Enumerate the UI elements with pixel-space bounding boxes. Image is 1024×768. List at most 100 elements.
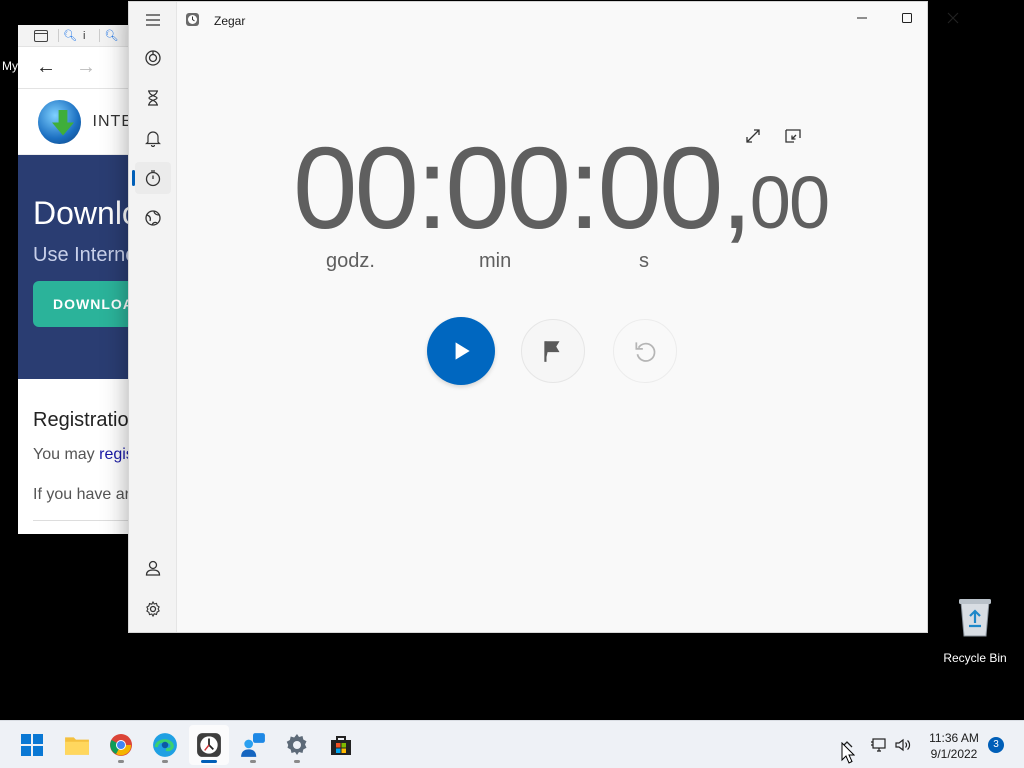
- minimize-button[interactable]: [839, 2, 885, 34]
- play-icon: [455, 342, 470, 360]
- chrome-icon: [110, 734, 132, 756]
- hero-banner: Downlo Use Interne DOWNLOA: [18, 155, 133, 379]
- desktop-partial-label: My: [2, 59, 18, 73]
- running-indicator: [250, 760, 256, 763]
- start-button[interactable]: [12, 725, 52, 765]
- minutes-label: min: [479, 250, 512, 272]
- browser-tab-bar: 🔍︎ i 🔍︎: [18, 25, 133, 47]
- taskbar-clock[interactable]: [189, 725, 229, 765]
- minutes-value: 00: [445, 123, 571, 253]
- taskbar-edge[interactable]: [145, 725, 185, 765]
- taskbar-settings[interactable]: [277, 725, 317, 765]
- edge-icon: [153, 733, 177, 757]
- store-icon: [331, 736, 351, 755]
- reset-icon: [635, 342, 656, 362]
- reset-button[interactable]: [613, 319, 677, 383]
- registration-section: Registratio You may regis If you have ar: [18, 379, 133, 521]
- people-chat-icon: [241, 733, 265, 757]
- window-title: Zegar: [214, 14, 246, 28]
- mouse-cursor-icon: [841, 742, 855, 764]
- browser-tab-title: i: [82, 29, 86, 42]
- active-indicator: [132, 170, 135, 186]
- start-button[interactable]: [427, 317, 495, 385]
- site-brand[interactable]: INTE: [93, 113, 133, 131]
- minimize-icon: [857, 17, 867, 19]
- nav-world-clock[interactable]: [135, 202, 171, 234]
- site-header: INTE: [18, 89, 133, 155]
- hamburger-icon: [146, 14, 160, 26]
- nav-settings[interactable]: [135, 593, 171, 625]
- taskbar-time: 11:36 AM: [929, 731, 979, 745]
- hero-subtitle: Use Interne: [33, 244, 133, 266]
- tab-actions-icon[interactable]: [34, 29, 48, 42]
- taskbar-file-explorer[interactable]: [57, 725, 97, 765]
- taskbar-chrome[interactable]: [101, 725, 141, 765]
- recycle-bin-label: Recycle Bin: [943, 651, 1007, 665]
- active-indicator: [201, 760, 217, 763]
- taskbar-date: 9/1/2022: [930, 747, 978, 761]
- stopwatch-display: 00:00:00,00: [293, 130, 830, 246]
- seconds-value: 00: [597, 123, 724, 253]
- clock-app-window: Zegar 00:00:00,00 godz. min s: [128, 1, 959, 633]
- title-bar[interactable]: Zegar: [177, 2, 959, 36]
- nav-rail: [129, 2, 177, 632]
- gear-icon: [286, 734, 307, 755]
- hamburger-menu-button[interactable]: [135, 4, 171, 36]
- browser-tab-2[interactable]: 🔍︎: [99, 29, 122, 42]
- taskbar: 11:36 AM 9/1/2022 3: [0, 720, 1024, 768]
- maximize-button[interactable]: [884, 2, 930, 34]
- registration-text-2: If you have ar: [33, 486, 130, 503]
- browser-tab[interactable]: 🔍︎ i: [58, 29, 89, 42]
- background-browser-window[interactable]: 🔍︎ i 🔍︎ ← → INTE Downlo Use Interne DOWN…: [18, 25, 133, 534]
- decimal-separator: ,: [720, 123, 753, 253]
- running-indicator: [162, 760, 168, 763]
- nav-timer[interactable]: [135, 82, 171, 114]
- running-indicator: [294, 760, 300, 763]
- nav-stopwatch[interactable]: [132, 162, 171, 194]
- person-icon: [145, 560, 161, 576]
- taskbar-clock-date[interactable]: 11:36 AM 9/1/2022: [924, 730, 984, 762]
- gear-icon: [146, 600, 160, 618]
- download-button[interactable]: DOWNLOA: [33, 281, 133, 327]
- clock-app-icon: [186, 13, 199, 26]
- idm-logo-icon[interactable]: [38, 99, 81, 144]
- search-icon: 🔍︎: [63, 30, 77, 42]
- browser-nav-bar: ← →: [18, 47, 133, 89]
- hourglass-icon: [148, 90, 158, 106]
- network-icon: [871, 738, 886, 752]
- nav-focus-sessions[interactable]: [135, 42, 171, 74]
- speaker-icon: [895, 738, 911, 752]
- recycle-bin[interactable]: Recycle Bin: [942, 596, 1008, 665]
- lap-button[interactable]: [521, 319, 585, 383]
- hundredths-value: 00: [749, 161, 830, 244]
- close-button[interactable]: [930, 2, 976, 34]
- notification-badge[interactable]: 3: [988, 737, 1004, 753]
- registration-heading: Registratio: [33, 409, 129, 431]
- back-arrow-icon[interactable]: ←: [36, 56, 56, 79]
- seconds-label: s: [639, 250, 649, 272]
- nav-account[interactable]: [135, 552, 171, 584]
- volume-button[interactable]: [894, 721, 912, 768]
- running-indicator: [118, 760, 124, 763]
- hero-title: Downlo: [33, 195, 133, 231]
- globe-icon: [145, 210, 161, 226]
- taskbar-store[interactable]: [321, 725, 361, 765]
- clock-icon: [197, 733, 221, 757]
- divider: [33, 520, 133, 521]
- forward-arrow-icon[interactable]: →: [76, 56, 96, 79]
- bell-icon: [145, 131, 161, 147]
- flag-icon: [544, 341, 560, 362]
- close-icon: [947, 12, 959, 24]
- maximize-icon: [902, 13, 912, 23]
- registration-text: You may regis: [33, 446, 133, 463]
- nav-alarm[interactable]: [135, 122, 171, 154]
- network-button[interactable]: [870, 721, 888, 768]
- windows-icon: [21, 734, 43, 756]
- taskbar-teams[interactable]: [233, 725, 273, 765]
- hours-label: godz.: [326, 250, 375, 272]
- time-separator: :: [416, 123, 448, 253]
- folder-icon: [65, 737, 89, 755]
- stopwatch-icon: [145, 170, 161, 187]
- focus-icon: [145, 50, 161, 66]
- search-icon: 🔍︎: [104, 30, 119, 42]
